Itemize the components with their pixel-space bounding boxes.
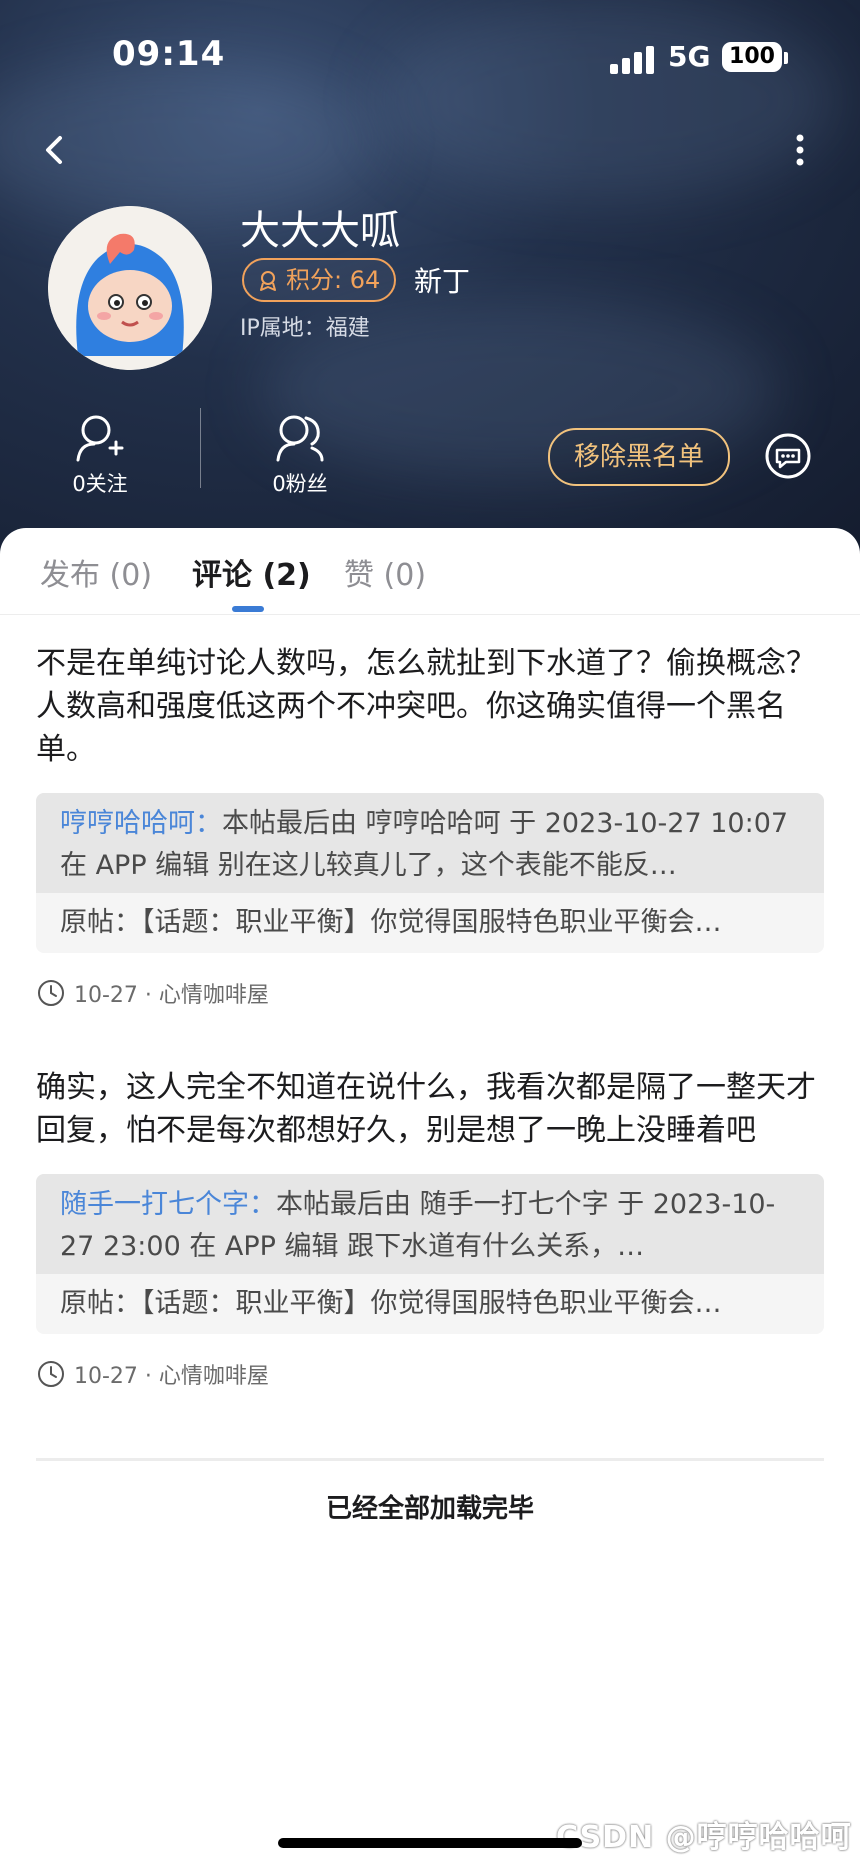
- tab-likes[interactable]: 赞 (0): [344, 550, 426, 594]
- quote-block[interactable]: 随手一打七个字：本帖最后由 随手一打七个字 于 2023-10-27 23:00…: [36, 1174, 824, 1334]
- end-of-list-text: 已经全部加载完毕: [325, 1494, 534, 1524]
- level-label: 新丁: [414, 265, 471, 298]
- battery-icon: 100: [722, 42, 782, 72]
- comment-meta: 10-27 · 心情咖啡屋: [36, 1358, 826, 1390]
- back-icon[interactable]: [36, 130, 76, 170]
- battery-tip: [784, 52, 788, 64]
- home-indicator[interactable]: [278, 1838, 582, 1848]
- more-icon[interactable]: [782, 130, 818, 170]
- points-badge: 积分: 64: [242, 258, 397, 302]
- quote-reply: 哼哼哈哈呵：本帖最后由 哼哼哈哈呵 于 2023-10-27 10:07 在 A…: [36, 793, 824, 893]
- ip-location: IP属地：福建: [240, 316, 370, 341]
- followers-label: 0粉丝: [272, 472, 328, 496]
- unblock-button[interactable]: 移除黑名单: [548, 428, 730, 486]
- following-label: 0关注: [72, 472, 128, 496]
- clock-icon: [38, 1361, 64, 1387]
- tab-bar: 发布 (0) 评论 (2) 赞 (0): [0, 528, 860, 615]
- signal-icon: [610, 44, 656, 74]
- clock-icon: [38, 980, 64, 1006]
- comment-item[interactable]: 确实，这人完全不知道在说什么，我看次都是隔了一整天才回复，怕不是每次都想好久，别…: [36, 1066, 826, 1390]
- add-user-icon: [72, 412, 128, 464]
- message-icon[interactable]: [764, 432, 812, 480]
- tab-comments[interactable]: 评论 (2): [192, 550, 311, 594]
- comment-date-section: 10-27 · 心情咖啡屋: [74, 1364, 269, 1389]
- quote-reply: 随手一打七个字：本帖最后由 随手一打七个字 于 2023-10-27 23:00…: [36, 1174, 824, 1274]
- status-time: 09:14: [112, 34, 226, 74]
- points-icon: [260, 271, 276, 291]
- comment-text: 不是在单纯讨论人数吗，怎么就扯到下水道了？偷换概念？人数高和强度低这两个不冲突吧…: [36, 646, 816, 767]
- end-divider: [36, 1458, 824, 1461]
- original-post[interactable]: 原帖：【话题：职业平衡】你觉得国服特色职业平衡会…: [36, 893, 824, 953]
- comment-meta: 10-27 · 心情咖啡屋: [36, 977, 826, 1009]
- reply-author[interactable]: 随手一打七个字：: [60, 1189, 276, 1220]
- profile-header: 09:14 5G 100 大大大呱 积分: 64 新丁 IP属地：福建 0关注 …: [0, 0, 860, 560]
- users-icon: [272, 412, 328, 464]
- following-stat[interactable]: 0关注: [40, 412, 160, 498]
- username: 大大大呱: [240, 208, 400, 254]
- status-bar: 09:14 5G 100: [0, 0, 860, 110]
- comment-text: 确实，这人完全不知道在说什么，我看次都是隔了一整天才回复，怕不是每次都想好久，别…: [36, 1070, 816, 1148]
- reply-author[interactable]: 哼哼哈哈呵：: [60, 808, 222, 839]
- network-type: 5G: [668, 40, 711, 73]
- comment-date-section: 10-27 · 心情咖啡屋: [74, 983, 269, 1008]
- tab-indicator: [232, 606, 264, 612]
- followers-stat[interactable]: 0粉丝: [240, 412, 360, 498]
- content-panel: 发布 (0) 评论 (2) 赞 (0) 不是在单纯讨论人数吗，怎么就扯到下水道了…: [0, 528, 860, 1864]
- quote-block[interactable]: 哼哼哈哈呵：本帖最后由 哼哼哈哈呵 于 2023-10-27 10:07 在 A…: [36, 793, 824, 953]
- comment-item[interactable]: 不是在单纯讨论人数吗，怎么就扯到下水道了？偷换概念？人数高和强度低这两个不冲突吧…: [36, 642, 826, 1009]
- points-label: 积分: 64: [286, 266, 381, 294]
- stat-divider: [200, 408, 201, 488]
- avatar[interactable]: [48, 206, 212, 370]
- watermark: CSDN @哼哼哈哈呵: [556, 1820, 852, 1855]
- tab-posts[interactable]: 发布 (0): [40, 550, 152, 594]
- original-post[interactable]: 原帖：【话题：职业平衡】你觉得国服特色职业平衡会…: [36, 1274, 824, 1334]
